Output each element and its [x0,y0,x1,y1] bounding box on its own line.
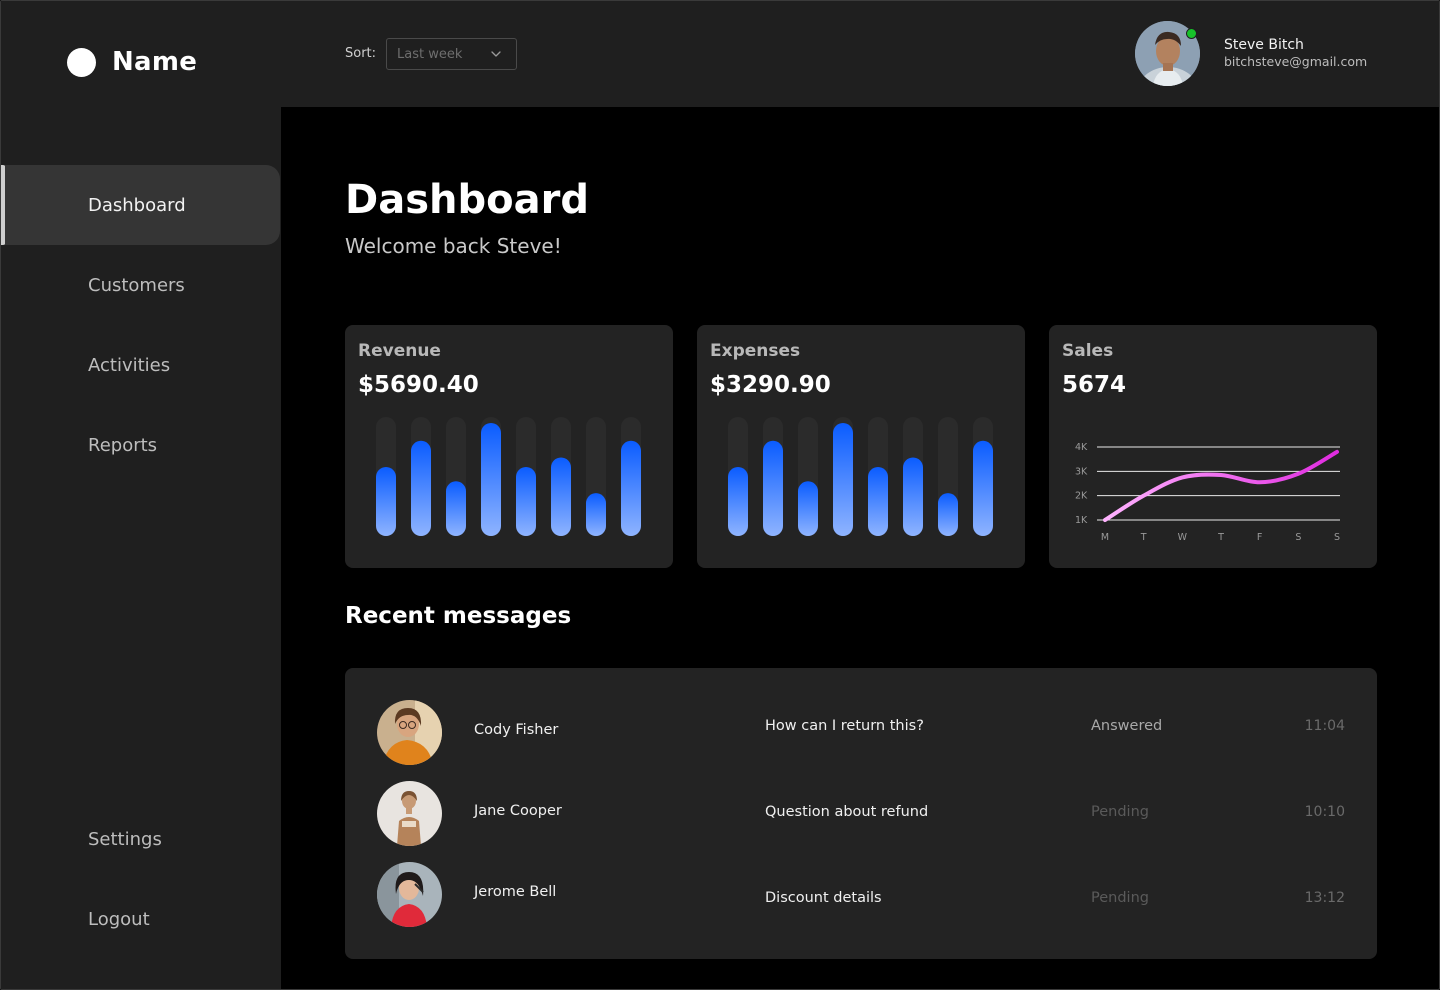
bar [621,440,641,536]
sidebar-item-settings[interactable]: Settings [1,799,281,879]
expenses-bar-chart [728,417,993,536]
status-badge: Pending [1091,804,1149,820]
message-row[interactable]: Jerome Bell Discount details Pending 13:… [345,862,1377,932]
sidebar-item-activities[interactable]: Activities [1,325,281,405]
sidebar: Name Dashboard Customers Activities Repo… [1,1,281,989]
x-tick-label: S [1334,532,1340,543]
x-tick-label: T [1140,532,1147,543]
sidebar-item-customers[interactable]: Customers [1,245,281,325]
bar [763,440,783,536]
bar [868,466,888,536]
bar [516,466,536,536]
status-badge: Answered [1091,718,1163,734]
contact-name: Jerome Bell [474,884,557,900]
message-subject: Discount details [765,890,882,906]
sidebar-item-dashboard[interactable]: Dashboard [5,165,280,245]
sort-selected-value: Last week [397,46,463,62]
sidebar-item-logout[interactable]: Logout [1,879,281,959]
contact-photo [377,781,442,846]
contact-photo [377,700,442,765]
online-status-icon [1186,28,1197,39]
avatar [377,781,442,846]
revenue-label: Revenue [358,341,441,361]
bar [938,493,958,536]
page-title: Dashboard [345,177,589,223]
x-tick-label: M [1101,532,1109,543]
message-row[interactable]: Jane Cooper Question about refund Pendin… [345,781,1377,851]
message-subject: Question about refund [765,804,929,820]
sidebar-item-reports[interactable]: Reports [1,405,281,485]
y-tick-label: 4K [1075,442,1088,453]
y-tick-label: 1K [1075,515,1088,526]
bar [798,481,818,536]
top-bar: Sort: Last week Steve Bitch bitchsteve@g… [281,1,1439,107]
contact-photo [377,862,442,927]
sales-series-line [1103,449,1339,522]
message-row[interactable]: Cody Fisher How can I return this? Answe… [345,700,1377,770]
bar [833,422,853,536]
x-tick-label: T [1217,532,1224,543]
sidebar-item-label: Reports [88,434,158,456]
bar [551,457,571,536]
bar [446,481,466,536]
sidebar-item-label: Activities [88,354,171,376]
user-name: Steve Bitch [1224,37,1304,53]
sales-line-chart: 1K 2K 3K 4K M T W T F S S [1075,442,1340,543]
y-tick-label: 2K [1075,491,1088,502]
revenue-card: Revenue $5690.40 [345,325,673,568]
sort-dropdown[interactable]: Last week [386,38,517,70]
sidebar-item-label: Dashboard [88,194,186,216]
x-tick-label: F [1257,532,1262,543]
bar [586,493,606,536]
message-time: 10:10 [1304,804,1345,820]
circle-logo-icon [67,47,96,77]
expenses-value: $3290.90 [710,372,831,398]
avatar [377,862,442,927]
page-subtitle: Welcome back Steve! [345,234,562,258]
x-tick-label: W [1178,532,1188,543]
sidebar-item-label: Customers [88,274,185,296]
recent-messages-title: Recent messages [345,603,572,629]
revenue-bar-chart [376,417,641,536]
user-email: bitchsteve@gmail.com [1224,54,1368,69]
sales-card: Sales 5674 1K 2K 3K 4K M T W T F S S [1049,325,1377,568]
bar [376,466,396,536]
sidebar-item-label: Settings [88,828,162,850]
expenses-label: Expenses [710,341,801,361]
revenue-value: $5690.40 [358,372,479,398]
bar [481,422,501,536]
app-window: Name Dashboard Customers Activities Repo… [0,0,1440,990]
contact-name: Cody Fisher [474,722,559,738]
bar [411,440,431,536]
expenses-card: Expenses $3290.90 [697,325,1025,568]
status-badge: Pending [1091,890,1149,906]
sidebar-item-label: Logout [88,908,150,930]
contact-name: Jane Cooper [474,803,562,819]
x-tick-label: S [1295,532,1301,543]
messages-panel: Cody Fisher How can I return this? Answe… [345,668,1377,959]
message-subject: How can I return this? [765,718,924,734]
brand-name: Name [112,47,198,77]
chevron-down-icon [491,51,501,57]
bar [903,457,923,536]
y-tick-label: 3K [1075,466,1088,477]
message-time: 13:12 [1304,890,1345,906]
bar [973,440,993,536]
message-time: 11:04 [1304,718,1345,734]
avatar [377,700,442,765]
sort-label: Sort: [345,46,377,61]
brand-logo[interactable]: Name [67,47,197,77]
bar [728,466,748,536]
